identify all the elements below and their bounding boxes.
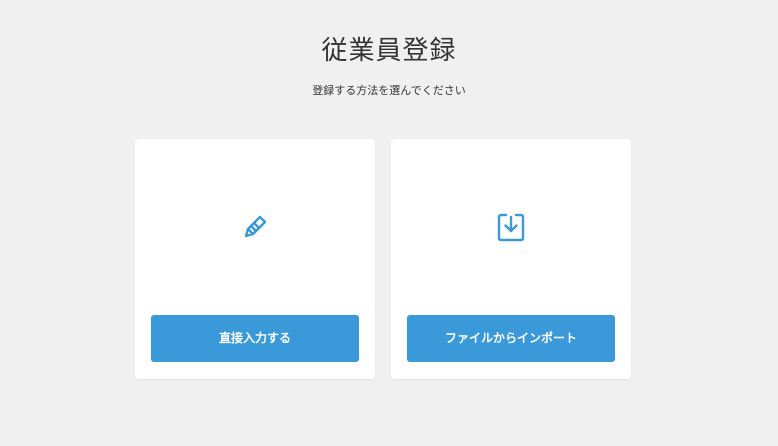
direct-input-card: 直接入力する bbox=[135, 139, 375, 379]
file-import-button[interactable]: ファイルからインポート bbox=[407, 315, 615, 362]
pencil-icon bbox=[244, 215, 267, 238]
import-tray-icon bbox=[497, 213, 525, 242]
file-import-card: ファイルからインポート bbox=[391, 139, 631, 379]
direct-input-button[interactable]: 直接入力する bbox=[151, 315, 359, 362]
page: 従業員登録 登録する方法を選んでください 直接入力する ファイルからインポート bbox=[0, 0, 778, 446]
page-subtitle: 登録する方法を選んでください bbox=[312, 84, 466, 97]
page-title: 従業員登録 bbox=[321, 36, 457, 66]
